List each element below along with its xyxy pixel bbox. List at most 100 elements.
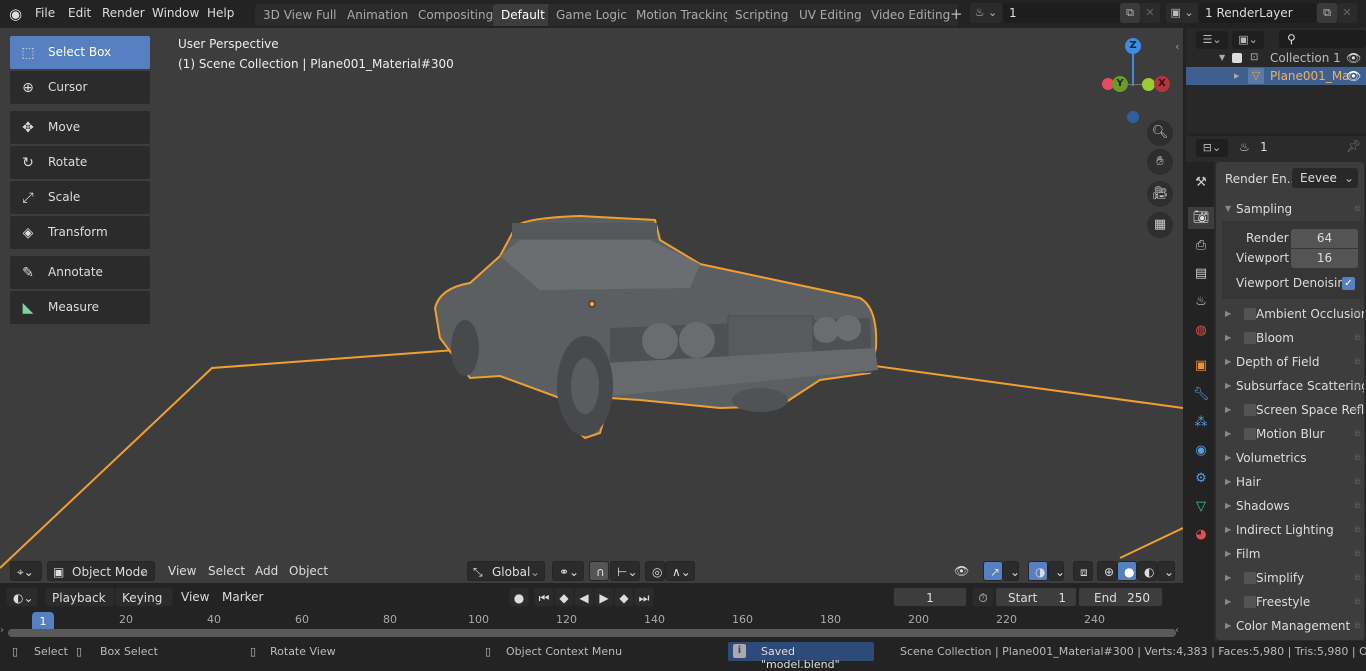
start-frame-field[interactable]: Start 1 — [995, 587, 1077, 607]
neg-z-axis-handle[interactable] — [1127, 111, 1139, 123]
viewport-denoising-checkbox[interactable]: ✓ — [1342, 277, 1355, 290]
drag-grip-icon[interactable]: ⁞⁞⁞⁞ — [1354, 197, 1361, 221]
menu-edit[interactable]: Edit — [68, 6, 91, 20]
tab-physics[interactable]: ◉ — [1190, 440, 1212, 462]
eye-icon[interactable]: 👁︎ — [1346, 49, 1361, 67]
gizmo-toggle[interactable]: ↗ — [983, 561, 1003, 581]
display-mode-button[interactable]: ▣⌄ — [1232, 31, 1264, 49]
shading-dropdown[interactable]: ⌄ — [1157, 561, 1175, 581]
menu-object[interactable]: Object — [283, 561, 334, 581]
tab-mesh-data[interactable]: ▽ — [1190, 496, 1212, 518]
navigation-gizmo[interactable]: Z Y X — [1100, 36, 1175, 126]
tool-move[interactable]: ✥ Move — [10, 111, 150, 144]
render-engine-select[interactable]: Eevee ⌄ — [1292, 168, 1358, 188]
panel-indirect-lighting[interactable]: ▶ Indirect Lighting ⁞⁞⁞⁞ — [1222, 518, 1364, 542]
camera-view-button[interactable]: 🎥︎ — [1147, 181, 1173, 207]
tab-uv-editing[interactable]: UV Editing — [791, 4, 870, 26]
tab-tool[interactable]: ⚒ — [1190, 172, 1212, 194]
tab-world[interactable]: ◍ — [1190, 320, 1212, 342]
tab-modifiers[interactable]: 🔧︎ — [1190, 384, 1212, 406]
view-layer-selector-button[interactable]: ▣ ⌄ — [1166, 3, 1198, 23]
x-axis-handle[interactable]: X — [1154, 76, 1170, 92]
panel-freestyle[interactable]: ▶ Freestyle ⁞⁞⁞⁞ — [1222, 590, 1364, 614]
tool-transform[interactable]: ◈ Transform — [10, 216, 150, 249]
disclosure-triangle-icon[interactable]: ▶ — [1234, 67, 1239, 85]
tool-annotate[interactable]: ✎ Annotate — [10, 256, 150, 289]
overlay-toggle[interactable]: ◑ — [1028, 561, 1048, 581]
y-axis-handle[interactable]: Y — [1112, 76, 1128, 92]
timeline-editor-type-button[interactable]: ◐⌄ — [6, 587, 38, 607]
keying-menu[interactable]: Keying ⌄ — [115, 587, 173, 625]
outliner-row-collection[interactable]: ▼ ⊡ Collection 1 👁︎ — [1186, 49, 1366, 67]
delete-view-layer-button[interactable]: ✕ — [1337, 3, 1357, 23]
menu-window[interactable]: Window — [152, 6, 199, 20]
prev-keyframe-button[interactable]: ◆ — [554, 587, 574, 607]
new-view-layer-button[interactable]: ⧉ — [1317, 3, 1337, 23]
menu-file[interactable]: File — [35, 6, 55, 20]
panel-motion-blur[interactable]: ▶ Motion Blur ⁞⁞⁞⁞ — [1222, 422, 1364, 446]
drag-grip-icon[interactable]: ⁞⁞⁞⁞ — [1354, 446, 1361, 470]
menu-help[interactable]: Help — [207, 6, 234, 20]
outliner-row-object[interactable]: ▶ ▽ Plane001_Ma 👁︎ — [1186, 67, 1366, 85]
menu-select[interactable]: Select — [202, 561, 251, 581]
tab-render[interactable]: 📷︎ — [1188, 207, 1214, 229]
proportional-falloff-button[interactable]: ∧⌄ — [665, 561, 695, 581]
panel-volumetrics[interactable]: ▶ Volumetrics ⁞⁞⁞⁞ — [1222, 446, 1364, 470]
outliner-editor-type-button[interactable]: ☰⌄ — [1196, 31, 1228, 49]
drag-grip-icon[interactable]: ⁞⁞⁞⁞ — [1354, 518, 1361, 542]
object-name[interactable]: Plane001_Ma — [1270, 67, 1350, 85]
drag-grip-icon[interactable]: ⁞⁞⁞⁞ — [1354, 542, 1361, 566]
tab-scene[interactable]: ♨ — [1190, 291, 1212, 313]
gizmo-dropdown[interactable]: ⌄ — [1003, 561, 1020, 581]
tab-game-logic[interactable]: Game Logic — [548, 4, 635, 26]
tab-object[interactable]: ▣ — [1190, 355, 1212, 377]
viewport-samples-field[interactable]: 16 — [1291, 249, 1358, 268]
drag-grip-icon[interactable]: ⁞⁞⁞⁞ — [1354, 326, 1361, 350]
outliner-search-input[interactable]: ⚲ — [1279, 30, 1366, 48]
tab-material[interactable]: ◕ — [1190, 524, 1212, 546]
panel-simplify[interactable]: ▶ Simplify ⁞⁞⁞⁞ — [1222, 566, 1364, 590]
tool-cursor[interactable]: ⊕ Cursor — [10, 71, 150, 104]
blender-logo-icon[interactable]: ◉ — [9, 5, 27, 23]
drag-grip-icon[interactable]: ⁞⁞⁞⁞ — [1354, 350, 1361, 374]
collapse-icon[interactable]: ‹ — [1175, 625, 1179, 636]
drag-grip-icon[interactable]: ⁞⁞⁞⁞ — [1354, 614, 1361, 638]
delete-scene-button[interactable]: ✕ — [1140, 3, 1160, 23]
transform-orientation-selector[interactable]: ⤡ Global ⌄ — [467, 561, 545, 581]
play-button[interactable]: ▶ — [594, 587, 614, 607]
shading-wireframe-button[interactable]: ⊕ — [1097, 561, 1117, 581]
xray-toggle[interactable]: ⧈ — [1073, 561, 1093, 581]
pivot-point-button[interactable]: ⚭⌄ — [552, 561, 584, 581]
mode-selector[interactable]: ▣ Object Mode ⌄ — [47, 561, 155, 581]
panel-subsurface-scattering[interactable]: ▶ Subsurface Scattering ⁞⁞⁞⁞ — [1222, 374, 1364, 398]
view-layer-name-field[interactable]: 1 RenderLayer — [1199, 3, 1316, 23]
drag-grip-icon[interactable]: ⁞⁞⁞⁞ — [1354, 422, 1361, 446]
next-keyframe-button[interactable]: ◆ — [614, 587, 634, 607]
new-scene-button[interactable]: ⧉ — [1120, 3, 1140, 23]
drag-grip-icon[interactable]: ⁞⁞⁞⁞ — [1354, 470, 1361, 494]
playback-menu[interactable]: Playback ⌄ — [45, 587, 115, 625]
menu-render[interactable]: Render — [102, 6, 145, 20]
drag-grip-icon[interactable]: ⁞⁞⁞⁞ — [1354, 398, 1361, 422]
panel-enable-checkbox[interactable] — [1244, 572, 1256, 584]
jump-end-button[interactable]: ⏭ — [634, 587, 654, 607]
tab-view-layer[interactable]: ▤ — [1190, 263, 1212, 285]
panel-bloom[interactable]: ▶ Bloom ⁞⁞⁞⁞ — [1222, 326, 1364, 350]
timeline-menu-marker[interactable]: Marker — [216, 587, 269, 607]
tab-constraints[interactable]: ⚙ — [1190, 468, 1212, 490]
tool-scale[interactable]: ⤢ Scale — [10, 181, 150, 214]
scene-selector-button[interactable]: ♨ ⌄ — [970, 3, 1002, 23]
tool-measure[interactable]: ◣ Measure — [10, 291, 150, 324]
overlay-dropdown[interactable]: ⌄ — [1048, 561, 1065, 581]
panel-ambient-occlusion[interactable]: ▶ Ambient Occlusion ⁞⁞⁞⁞ — [1222, 302, 1364, 326]
tab-3d-view-full[interactable]: 3D View Full — [255, 4, 345, 26]
record-button[interactable]: ● — [509, 587, 529, 607]
panel-sampling-header[interactable]: ▼ Sampling ⁞⁞⁞⁞ — [1222, 197, 1364, 221]
tab-output[interactable]: ⎙ — [1190, 235, 1212, 257]
properties-editor-type-button[interactable]: ⊟⌄ — [1196, 139, 1228, 157]
drag-grip-icon[interactable]: ⁞⁞⁞⁞ — [1354, 302, 1361, 326]
end-frame-field[interactable]: End 250 — [1078, 587, 1163, 607]
panel-enable-checkbox[interactable] — [1244, 428, 1256, 440]
timeline-menu-view[interactable]: View — [175, 587, 215, 607]
timeline-scrollbar[interactable] — [8, 629, 1176, 637]
